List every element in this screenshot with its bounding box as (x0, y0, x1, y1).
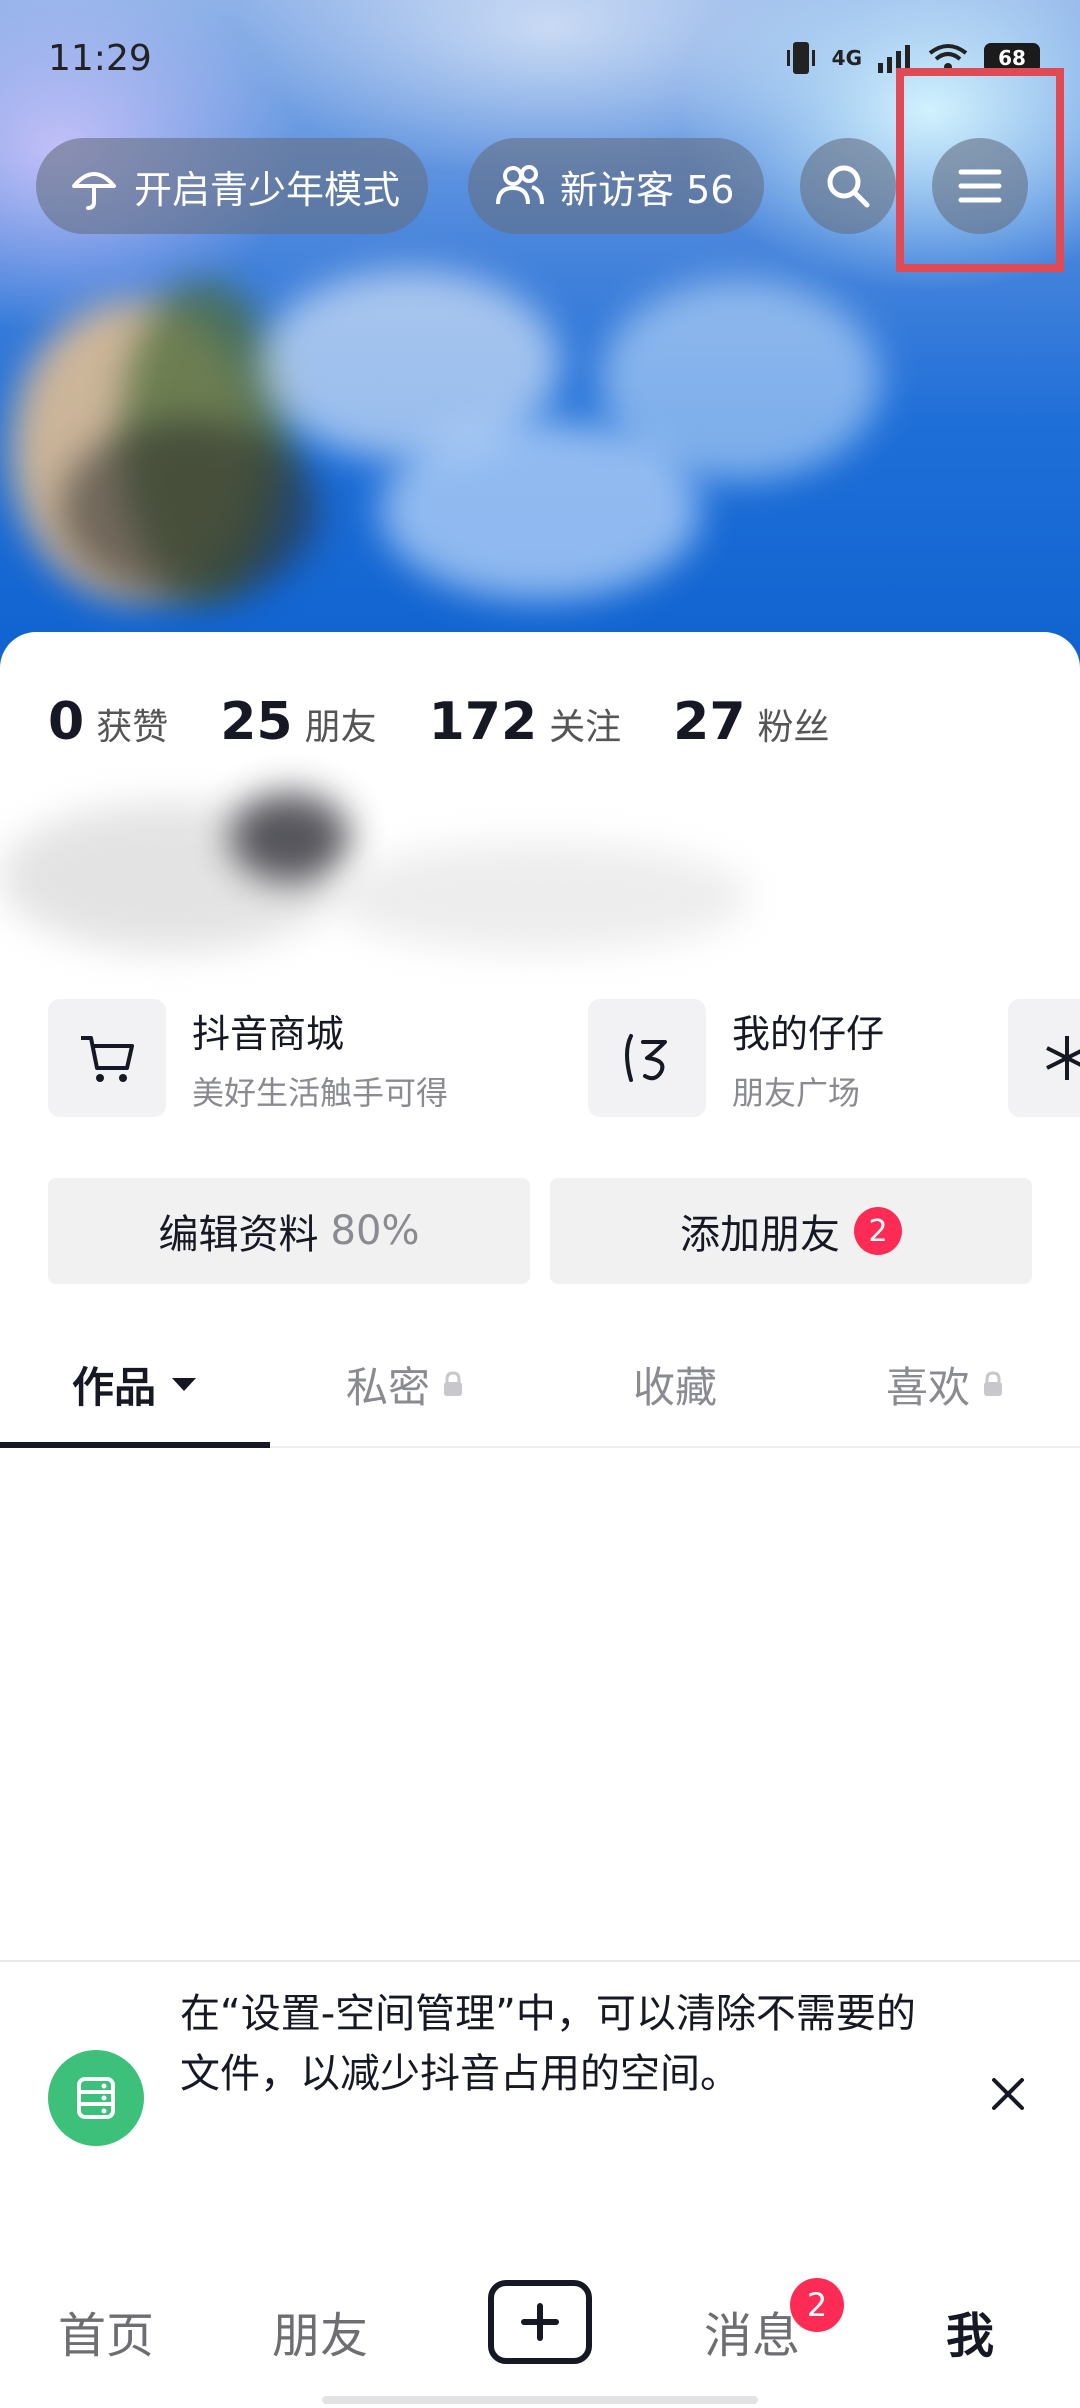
teen-mode-label: 开启青少年模式 (134, 167, 401, 212)
zaizai-icon (625, 1034, 667, 1082)
cart-icon-tile (48, 999, 166, 1117)
new-visitors-button[interactable]: 新访客 56 (468, 138, 764, 234)
stat-label: 获赞 (96, 707, 169, 748)
teen-mode-button[interactable]: 开启青少年模式 (36, 138, 428, 234)
service-partial[interactable] (1008, 998, 1080, 1118)
nav-messages[interactable]: 消息 (704, 2296, 800, 2366)
sparkle-icon-tile (1008, 999, 1080, 1117)
tab-label: 收藏 (632, 1362, 717, 1412)
tab-favorites[interactable]: 收藏 (540, 1322, 810, 1446)
service-subtitle: 美好生活触手可得 (192, 1073, 449, 1112)
nav-home[interactable]: 首页 (58, 2296, 154, 2366)
tab-works[interactable]: 作品 (0, 1322, 270, 1448)
profile-screen: 11:29 4G 68 开启青少年模式 新访客 56 0 获赞 25 朋友 17… (0, 0, 1080, 2408)
profile-stats: 0 获赞 25 朋友 172 关注 27 粉丝 (48, 692, 882, 752)
storage-notice[interactable]: 在“设置-空间管理”中，可以清除不需要的文件，以减少抖音占用的空间。 (0, 1960, 1080, 2238)
tab-private[interactable]: 私密 (270, 1322, 540, 1446)
service-douyin-mall[interactable]: 抖音商城 美好生活触手可得 (48, 998, 448, 1118)
new-visitors-label: 新访客 56 (560, 167, 735, 212)
active-tab-indicator (0, 1442, 270, 1448)
tab-label: 作品 (71, 1362, 156, 1412)
umbrella-icon (72, 172, 116, 210)
plus-icon (521, 2303, 559, 2341)
menu-highlight-box (896, 68, 1064, 272)
storage-icon-circle (48, 2050, 144, 2146)
edit-profile-button[interactable]: 编辑资料 80% (48, 1178, 530, 1284)
stat-friends[interactable]: 25 朋友 (220, 692, 376, 752)
storage-icon (77, 2077, 115, 2119)
search-icon (827, 165, 870, 208)
lock-icon (444, 1371, 462, 1396)
search-button[interactable] (800, 138, 896, 234)
tab-label: 喜欢 (885, 1362, 970, 1412)
add-friends-badge: 2 (854, 1207, 902, 1255)
status-time: 11:29 (48, 38, 152, 79)
network-type: 4G (831, 46, 862, 70)
close-icon[interactable] (988, 2074, 1028, 2114)
bottom-navigation: 首页 朋友 消息 2 我 (0, 2236, 1080, 2408)
stat-value: 27 (673, 692, 746, 752)
blurred-bio (0, 762, 760, 992)
create-post-button[interactable] (488, 2280, 592, 2364)
service-text: 我的仔仔 朋友广场 (732, 1003, 884, 1114)
zaizai-icon-tile (588, 999, 706, 1117)
stat-value: 25 (220, 692, 293, 752)
profile-completion: 80% (330, 1208, 420, 1254)
cart-icon (81, 1036, 134, 1082)
stat-value: 0 (48, 692, 85, 752)
profile-banner[interactable]: 11:29 4G 68 开启青少年模式 新访客 56 (0, 0, 1080, 680)
vibrate-icon (786, 42, 815, 74)
messages-badge: 2 (790, 2278, 844, 2332)
tab-likes[interactable]: 喜欢 (810, 1322, 1080, 1446)
notice-message: 在“设置-空间管理”中，可以清除不需要的文件，以减少抖音占用的空间。 (180, 1991, 916, 2097)
add-friends-label: 添加朋友 (680, 1212, 840, 1258)
banner-blob (60, 420, 320, 600)
service-title: 抖音商城 (192, 1011, 345, 1056)
home-indicator[interactable] (322, 2396, 758, 2404)
sparkle-icon (1046, 1036, 1080, 1080)
caret-down-icon (172, 1378, 196, 1391)
stat-value: 172 (428, 692, 538, 752)
people-icon (496, 165, 544, 205)
bio-blob (230, 792, 350, 882)
stat-following[interactable]: 172 关注 (429, 692, 622, 752)
stat-fans[interactable]: 27 粉丝 (673, 692, 829, 752)
nav-me[interactable]: 我 (946, 2296, 994, 2366)
stat-label: 粉丝 (757, 707, 830, 748)
service-my-zaizai[interactable]: 我的仔仔 朋友广场 (588, 998, 884, 1118)
profile-card: 0 获赞 25 朋友 172 关注 27 粉丝 抖音商城 美好生活触手可得 我的… (0, 632, 1080, 1962)
lock-icon (984, 1371, 1002, 1396)
tab-label: 私密 (345, 1362, 430, 1412)
edit-profile-label: 编辑资料 (158, 1212, 319, 1258)
banner-blob (600, 280, 880, 480)
service-title: 我的仔仔 (732, 1011, 885, 1056)
stat-label: 关注 (549, 707, 622, 748)
stat-likes[interactable]: 0 获赞 (48, 692, 168, 752)
stat-label: 朋友 (304, 707, 377, 748)
nav-friends[interactable]: 朋友 (272, 2296, 368, 2366)
service-subtitle: 朋友广场 (732, 1073, 861, 1112)
content-tabs: 作品 私密 收藏 喜欢 (0, 1322, 1080, 1448)
service-text: 抖音商城 美好生活触手可得 (192, 1003, 448, 1114)
bio-blob (330, 842, 750, 952)
add-friends-button[interactable]: 添加朋友 2 (550, 1178, 1032, 1284)
